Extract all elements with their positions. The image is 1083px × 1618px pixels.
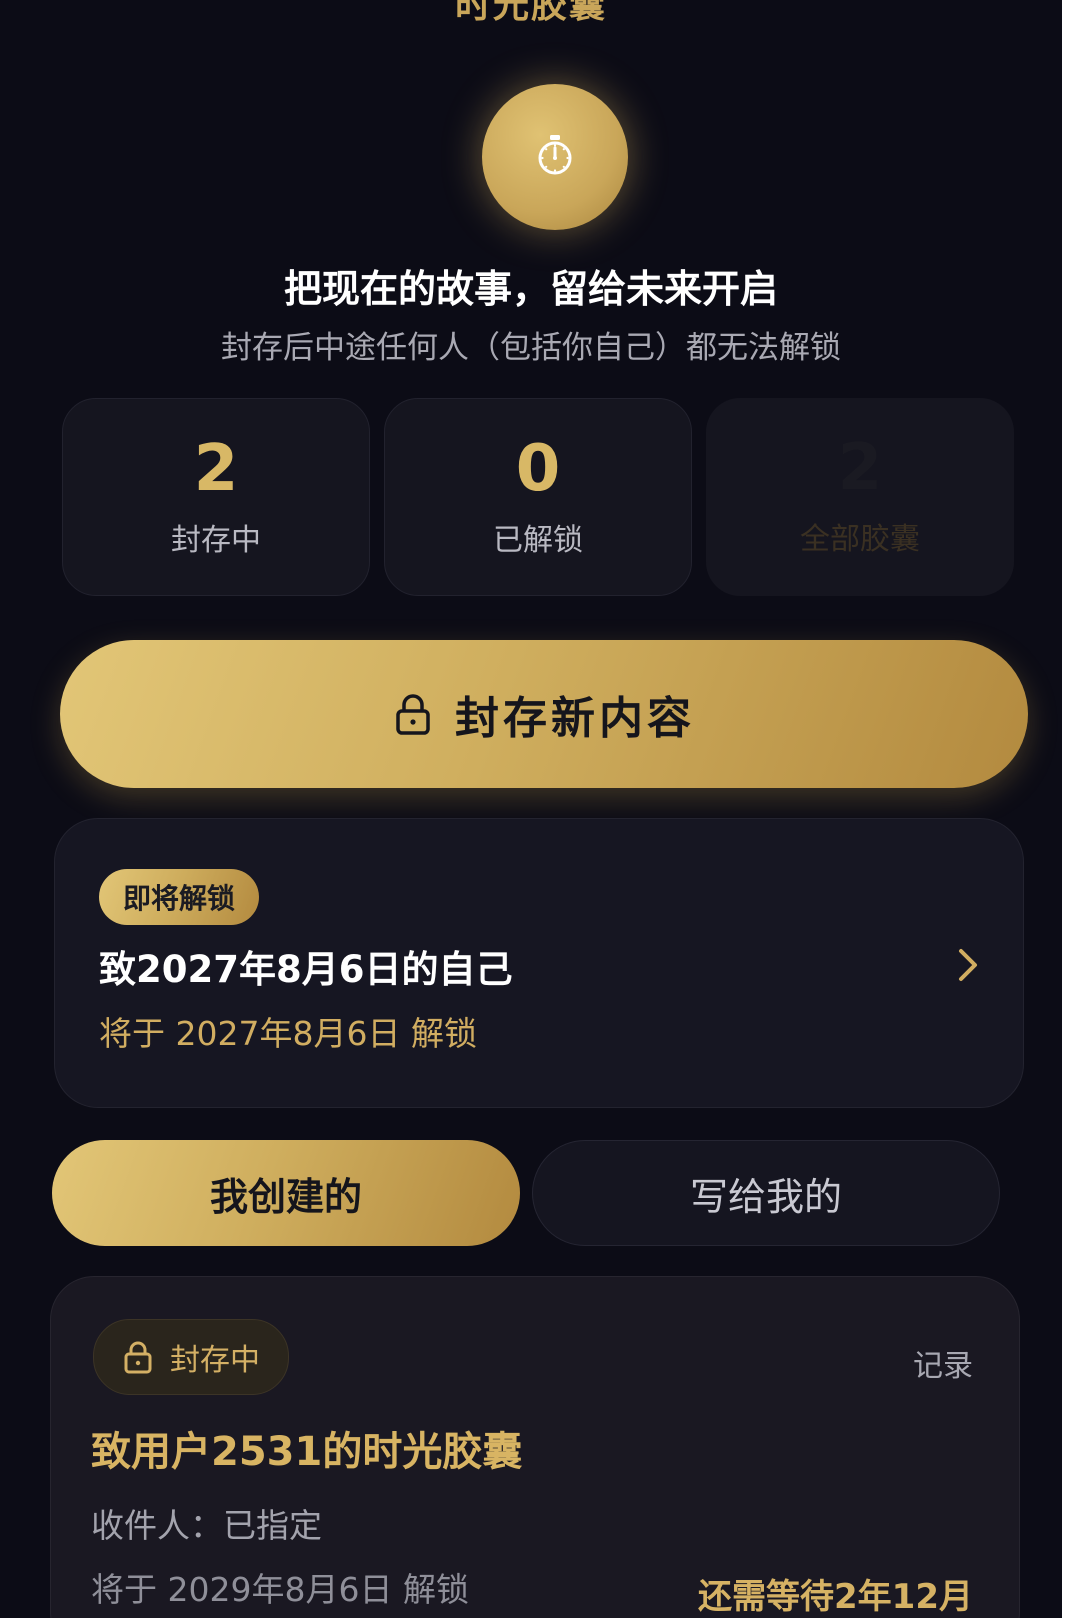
stat-sealed-value: 2 (193, 432, 239, 506)
page-title: 时光胶囊 (454, 0, 607, 26)
hero-badge (482, 84, 628, 230)
upcoming-unlock-date: 将于 2027年8月6日 解锁 (99, 1014, 477, 1053)
record-link[interactable]: 记录 (913, 1341, 973, 1385)
stat-unlocked[interactable]: 0 已解锁 (384, 398, 692, 596)
lock-icon (122, 1339, 154, 1375)
capsule-remaining-time: 还需等待2年12月 (698, 1577, 973, 1617)
stat-unlocked-value: 0 (515, 432, 561, 506)
chevron-right-icon[interactable] (953, 945, 983, 985)
capsule-title: 致用户2531的时光胶囊 (91, 1429, 523, 1475)
upcoming-unlock-card[interactable]: 即将解锁 致2027年8月6日的自己 将于 2027年8月6日 解锁 (54, 818, 1024, 1108)
seal-new-content-label: 封存新内容 (455, 693, 695, 744)
stopwatch-icon (531, 131, 579, 183)
app-screen: 时光胶囊 把现在的故事，留给未来开启 封存后中途任何人（包括你自己）都无法解锁 … (0, 0, 1062, 1618)
stat-all-value: 2 (837, 431, 883, 505)
upcoming-title: 致2027年8月6日的自己 (99, 948, 513, 991)
capsule-card[interactable]: 封存中 记录 致用户2531的时光胶囊 收件人：已指定 将于 2029年8月6日… (50, 1276, 1020, 1618)
upcoming-badge: 即将解锁 (99, 869, 260, 925)
tab-written-to-me[interactable]: 写给我的 (532, 1140, 1000, 1246)
lock-icon (393, 692, 433, 736)
seal-new-content-button[interactable]: 封存新内容 (60, 640, 1028, 788)
tab-created-by-me[interactable]: 我创建的 (52, 1140, 520, 1246)
status-label: 封存中 (170, 1343, 260, 1378)
stat-sealed[interactable]: 2 封存中 (62, 398, 370, 596)
hero-subline: 封存后中途任何人（包括你自己）都无法解锁 (221, 330, 841, 366)
stat-sealed-label: 封存中 (171, 523, 261, 558)
capsule-recipient: 收件人：已指定 (91, 1506, 322, 1545)
capsule-unlock-date: 将于 2029年8月6日 解锁 (91, 1570, 469, 1609)
stat-all-label: 全部胶囊 (800, 522, 920, 557)
stat-unlocked-label: 已解锁 (493, 523, 583, 558)
hero-headline: 把现在的故事，留给未来开启 (283, 267, 778, 311)
stat-all[interactable]: 2 全部胶囊 (706, 398, 1014, 596)
status-badge: 封存中 (93, 1319, 289, 1395)
